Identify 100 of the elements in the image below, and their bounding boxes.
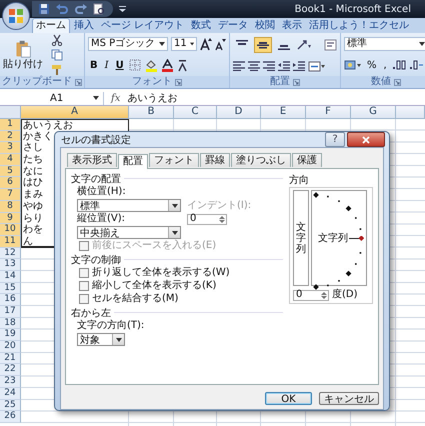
dialog-launcher-icon[interactable] (175, 78, 182, 86)
orientation-handle[interactable] (349, 236, 364, 240)
format-painter-icon[interactable] (51, 64, 63, 76)
name-box[interactable]: A1 (0, 92, 104, 104)
ribbon-tab[interactable]: ページ レイアウト (98, 19, 188, 33)
cut-icon[interactable] (51, 34, 63, 46)
customize-toolbar-icon[interactable] (119, 5, 126, 13)
dialog-button[interactable]: OK (265, 392, 312, 405)
spinner-arrows-icon[interactable] (218, 214, 226, 224)
decrease-decimal-icon[interactable] (408, 59, 423, 72)
save-icon[interactable] (38, 3, 50, 15)
grow-font-icon[interactable] (200, 37, 212, 52)
decrease-indent-icon[interactable] (278, 61, 290, 72)
formula-input[interactable]: あいうえお (127, 92, 425, 104)
italic-button[interactable]: I (102, 58, 111, 72)
bold-button[interactable]: B (88, 58, 100, 72)
ribbon-tab[interactable]: 表示 (279, 19, 306, 33)
ribbon-tab[interactable]: ホーム (32, 18, 70, 33)
column-header[interactable]: F (306, 106, 351, 119)
ribbon-tab[interactable]: データ (215, 19, 252, 33)
dialog-tab[interactable]: 保護 (292, 153, 322, 167)
ribbon-tab[interactable]: 活用しよう！エクセル (306, 19, 412, 33)
font-color-icon[interactable] (160, 58, 174, 72)
dialog-tab[interactable]: 塗りつぶし (231, 153, 291, 167)
ribbon-tab[interactable]: 校閲 (252, 19, 278, 33)
phonetic-guide-icon[interactable] (176, 58, 188, 72)
row-header[interactable]: 8 (0, 200, 21, 212)
column-header[interactable]: D (217, 106, 261, 119)
comma-style-button[interactable]: , (382, 58, 389, 72)
row-header[interactable]: 22 (0, 364, 21, 376)
insert-function-button[interactable]: fx (108, 92, 124, 104)
print-preview-icon[interactable] (93, 3, 105, 15)
row-header[interactable]: 1 (0, 119, 21, 131)
row-header[interactable]: 23 (0, 376, 21, 388)
fill-color-icon[interactable] (144, 58, 158, 72)
dialog-button[interactable]: キャンセル (319, 392, 379, 405)
row-header[interactable]: 14 (0, 270, 21, 283)
row-header[interactable]: 11 (0, 236, 21, 248)
font-name-dropdown[interactable]: MS Pゴシック (88, 37, 168, 52)
row-header[interactable]: 6 (0, 177, 21, 190)
row-header[interactable]: 7 (0, 189, 21, 201)
row-header[interactable]: 5 (0, 166, 21, 178)
redo-icon[interactable] (74, 3, 88, 15)
vertical-text-button[interactable]: 文字列 (293, 190, 309, 286)
dialog-tab[interactable]: 配置 (118, 154, 148, 169)
borders-icon[interactable] (128, 59, 142, 72)
row-header[interactable]: 25 (0, 400, 21, 412)
row-header[interactable]: 10 (0, 224, 21, 236)
column-header[interactable]: A (21, 106, 129, 119)
font-size-dropdown[interactable]: 11 (171, 37, 197, 52)
column-header[interactable]: B (129, 106, 174, 119)
increase-indent-icon[interactable] (293, 61, 305, 72)
column-header[interactable]: E (261, 106, 306, 119)
row-header[interactable]: 17 (0, 306, 21, 318)
underline-button[interactable]: U (114, 58, 126, 72)
row-header[interactable]: 20 (0, 341, 21, 353)
text-direction-dropdown[interactable]: 対象 (77, 333, 125, 346)
horizontal-align-dropdown[interactable]: 標準 (77, 199, 181, 212)
wrap-text-icon[interactable] (324, 39, 337, 52)
vertical-align-dropdown[interactable]: 中央揃え (77, 226, 181, 239)
checkbox-option[interactable]: 縮小して全体を表示する(K) (79, 280, 216, 292)
row-header[interactable]: 2 (0, 130, 21, 142)
row-header[interactable]: 3 (0, 142, 21, 154)
align-right-icon[interactable] (263, 61, 275, 72)
dialog-launcher-icon[interactable] (75, 78, 82, 86)
align-left-icon[interactable] (233, 61, 245, 72)
row-header[interactable]: 24 (0, 388, 21, 400)
paste-button[interactable]: 貼り付け (3, 40, 43, 70)
percent-style-button[interactable]: % (365, 58, 379, 72)
dialog-launcher-icon[interactable] (394, 78, 401, 86)
row-header[interactable]: 18 (0, 318, 21, 330)
row-header[interactable]: 4 (0, 154, 21, 166)
copy-icon[interactable] (51, 48, 63, 60)
row-header[interactable]: 9 (0, 212, 21, 224)
ribbon-tab[interactable]: 数式 (188, 19, 214, 33)
row-header[interactable]: 16 (0, 294, 21, 306)
row-header[interactable]: 26 (0, 411, 21, 423)
align-center-icon[interactable] (248, 61, 260, 72)
dialog-tab[interactable]: フォント (149, 153, 199, 167)
close-button[interactable] (347, 132, 385, 147)
checkbox-option[interactable]: 折り返して全体を表示する(W) (79, 267, 230, 279)
dialog-launcher-icon[interactable] (293, 78, 300, 86)
currency-format-icon[interactable] (344, 59, 362, 72)
dialog-tab[interactable]: 罫線 (200, 153, 230, 167)
column-header[interactable]: G (351, 106, 396, 119)
row-header[interactable]: 15 (0, 282, 21, 294)
spinner-arrows-icon[interactable] (320, 290, 328, 300)
help-button[interactable]: ? (325, 132, 345, 147)
increase-decimal-icon[interactable] (392, 59, 406, 72)
row-header[interactable]: 12 (0, 248, 21, 260)
merge-cells-icon[interactable] (308, 60, 325, 72)
row-header[interactable]: 13 (0, 259, 21, 271)
number-format-dropdown[interactable]: 標準 (344, 37, 425, 52)
ribbon-tab[interactable]: 挿入 (71, 19, 97, 33)
orientation-icon[interactable] (296, 39, 312, 52)
shrink-font-icon[interactable] (215, 37, 226, 52)
row-header[interactable]: 21 (0, 352, 21, 364)
vertical-align-button[interactable] (254, 37, 272, 54)
dialog-tab[interactable]: 表示形式 (67, 153, 117, 167)
checkbox-option[interactable]: セルを結合する(M) (79, 293, 178, 305)
